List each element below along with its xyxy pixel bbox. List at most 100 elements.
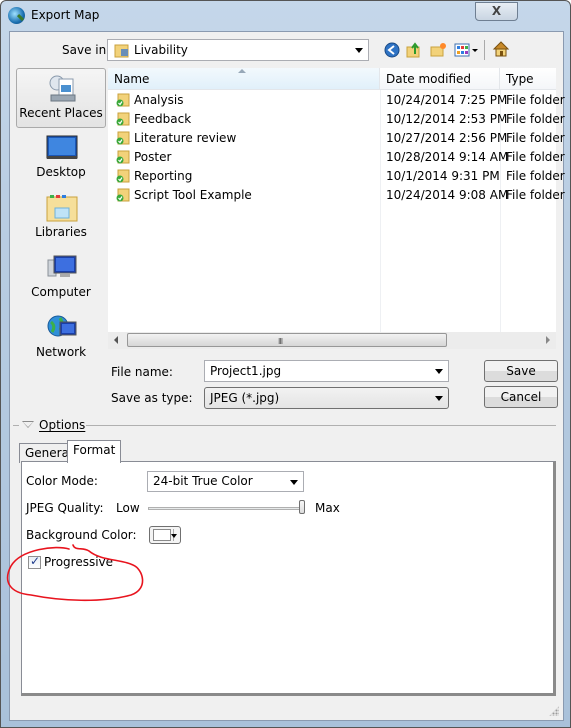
file-date: 10/27/2014 2:56 PM	[386, 131, 508, 145]
place-libraries[interactable]: Libraries	[16, 188, 106, 248]
synced-folder-icon	[116, 188, 130, 202]
tab-format[interactable]: Format	[67, 440, 122, 463]
file-row[interactable]: Poster 10/28/2014 9:14 AM File folder	[108, 148, 565, 167]
file-row[interactable]: Literature review 10/27/2014 2:56 PM Fil…	[108, 129, 565, 148]
place-computer[interactable]: Computer	[16, 248, 106, 308]
up-folder-icon[interactable]	[406, 42, 422, 58]
chevron-down-icon	[171, 534, 177, 538]
cancel-button[interactable]: Cancel	[484, 386, 558, 408]
file-type: File folder	[506, 131, 565, 145]
color-swatch	[153, 529, 171, 541]
arcmap-app-icon	[8, 7, 25, 24]
chevron-down-icon	[435, 396, 443, 401]
place-label: Recent Places	[19, 106, 103, 120]
options-divider	[86, 425, 556, 426]
file-type: File folder	[506, 150, 565, 164]
scrollbar-thumb[interactable]: III	[127, 333, 447, 347]
place-label: Network	[35, 345, 87, 359]
scroll-grip: III	[278, 337, 283, 346]
place-label: Computer	[31, 285, 91, 299]
back-icon[interactable]	[384, 42, 400, 58]
background-color-picker[interactable]	[149, 526, 181, 544]
column-header-label: Date modified	[386, 72, 472, 86]
synced-folder-icon	[116, 131, 130, 145]
file-date: 10/1/2014 9:31 PM	[386, 169, 500, 183]
jpeg-quality-max-label: Max	[315, 501, 340, 515]
home-icon[interactable]	[492, 40, 510, 58]
jpeg-quality-low-label: Low	[116, 501, 140, 515]
chevron-down-icon	[290, 480, 298, 485]
place-recent-places[interactable]: Recent Places	[16, 68, 106, 128]
file-row[interactable]: Reporting 10/1/2014 9:31 PM File folder	[108, 167, 565, 186]
places-bar: Recent Places Desktop Libraries Computer…	[14, 68, 108, 398]
file-name: Script Tool Example	[134, 188, 252, 202]
chevron-down-icon[interactable]	[435, 369, 443, 374]
column-header-date-modified[interactable]: Date modified	[380, 68, 500, 90]
place-label: Libraries	[35, 225, 87, 239]
file-name-input[interactable]: Project1.jpg	[204, 360, 449, 382]
resize-grip[interactable]	[549, 706, 559, 716]
synced-folder-icon	[116, 169, 130, 183]
save-as-type-label: Save as type:	[111, 391, 193, 405]
export-map-dialog: Export Map X Save in: Livability Recent …	[0, 0, 571, 728]
network-icon	[47, 315, 77, 337]
place-desktop[interactable]: Desktop	[16, 128, 106, 188]
column-header-type[interactable]: Type	[500, 68, 556, 90]
file-name: Literature review	[134, 131, 237, 145]
toolbar-separator	[484, 40, 485, 60]
scroll-left-icon[interactable]	[114, 336, 118, 344]
file-type: File folder	[506, 112, 565, 126]
save-button[interactable]: Save	[484, 360, 558, 382]
collapse-options-icon[interactable]	[22, 421, 34, 428]
column-header-name[interactable]: Name	[108, 68, 380, 90]
title-bar: Export Map X	[1, 1, 571, 31]
file-list[interactable]: Name Date modified Type Analysis 10/24/2…	[108, 68, 565, 348]
save-in-label: Save in:	[62, 43, 111, 57]
recent-places-icon	[49, 75, 76, 102]
synced-folder-icon	[116, 93, 130, 107]
jpeg-quality-slider-track[interactable]	[148, 507, 302, 510]
jpeg-quality-label: JPEG Quality:	[26, 501, 104, 515]
place-network[interactable]: Network	[16, 308, 106, 368]
file-type: File folder	[506, 188, 565, 202]
options-toggle[interactable]: Options	[39, 418, 85, 432]
save-as-type-select[interactable]: JPEG (*.jpg)	[204, 387, 449, 409]
color-mode-select[interactable]: 24-bit True Color	[147, 471, 304, 492]
column-header-label: Name	[114, 72, 150, 86]
desktop-icon	[46, 135, 78, 159]
folder-icon	[114, 44, 129, 58]
color-mode-label: Color Mode:	[26, 474, 98, 488]
chevron-down-icon	[355, 48, 363, 53]
file-type: File folder	[506, 93, 565, 107]
jpeg-quality-slider-thumb[interactable]	[299, 500, 305, 514]
file-type: File folder	[506, 169, 565, 183]
save-in-combo[interactable]: Livability	[107, 39, 369, 61]
horizontal-scrollbar[interactable]: III	[108, 332, 556, 349]
file-date: 10/12/2014 2:53 PM	[386, 112, 508, 126]
sort-ascending-icon	[238, 69, 246, 73]
dialog-body: Save in: Livability Recent Places Deskto…	[9, 31, 565, 721]
place-label: Desktop	[36, 165, 86, 179]
file-name: Reporting	[134, 169, 193, 183]
file-row[interactable]: Script Tool Example 10/24/2014 9:08 AM F…	[108, 186, 565, 205]
column-header-label: Type	[506, 72, 534, 86]
file-name: Poster	[134, 150, 172, 164]
save-in-value: Livability	[134, 43, 188, 57]
file-row[interactable]: Analysis 10/24/2014 7:25 PM File folder	[108, 91, 565, 110]
libraries-icon	[46, 195, 78, 222]
file-row[interactable]: Feedback 10/12/2014 2:53 PM File folder	[108, 110, 565, 129]
close-button[interactable]: X	[475, 2, 518, 21]
file-date: 10/28/2014 9:14 AM	[386, 150, 509, 164]
file-name: Analysis	[134, 93, 184, 107]
scroll-right-icon[interactable]	[546, 336, 550, 344]
view-menu-icon[interactable]	[454, 42, 480, 58]
file-date: 10/24/2014 9:08 AM	[386, 188, 509, 202]
save-as-type-value: JPEG (*.jpg)	[210, 391, 280, 405]
file-date: 10/24/2014 7:25 PM	[386, 93, 508, 107]
color-mode-value: 24-bit True Color	[153, 474, 253, 488]
annotation-circle	[6, 544, 144, 602]
synced-folder-icon	[116, 112, 130, 126]
new-folder-icon[interactable]	[430, 42, 446, 58]
computer-icon	[47, 255, 77, 277]
file-name: Feedback	[134, 112, 192, 126]
